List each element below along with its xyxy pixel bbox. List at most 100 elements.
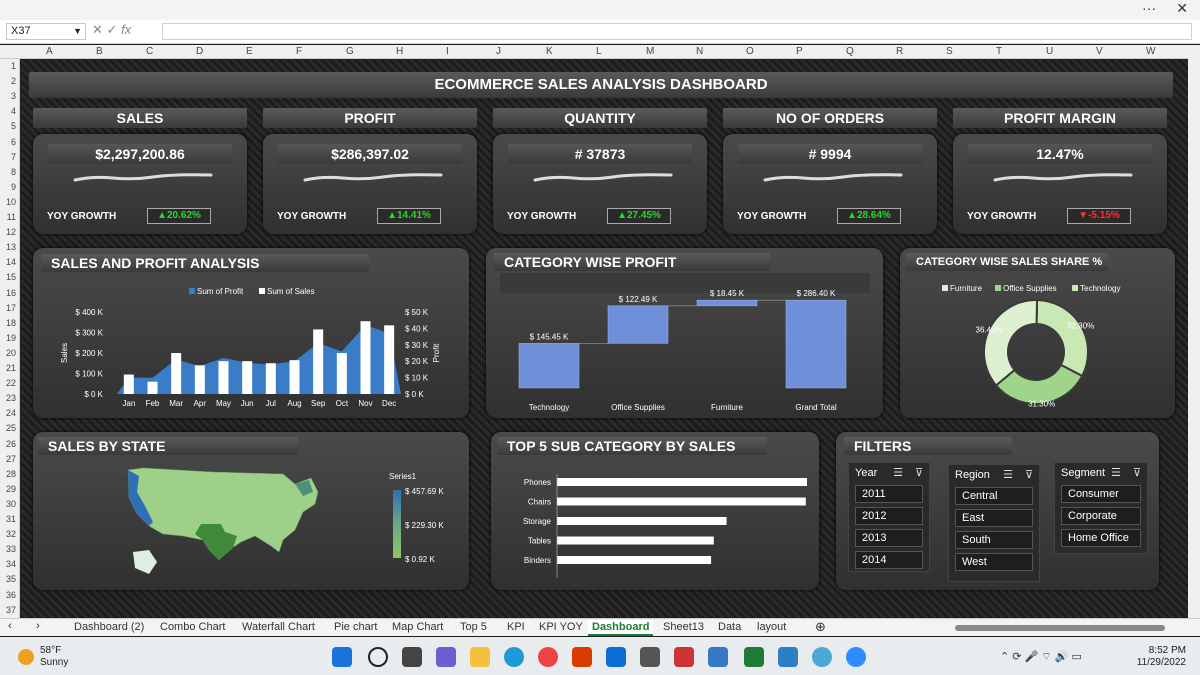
column-header[interactable]: Q — [846, 46, 854, 57]
row-header[interactable]: 31 — [6, 514, 16, 524]
slicer-item[interactable]: Consumer — [1061, 485, 1141, 503]
column-header[interactable]: P — [796, 46, 803, 57]
row-header[interactable]: 28 — [6, 469, 16, 479]
column-header[interactable]: M — [646, 46, 654, 57]
row-header[interactable]: 22 — [6, 378, 16, 388]
column-header[interactable]: E — [246, 46, 253, 57]
search-icon[interactable] — [368, 647, 388, 667]
vertical-scrollbar[interactable] — [1188, 45, 1200, 618]
tab-nav-left-icon[interactable]: ‹ — [8, 620, 12, 632]
tab-nav-right-icon[interactable]: › — [36, 620, 40, 632]
row-header[interactable]: 10 — [6, 197, 16, 207]
row-header[interactable]: 33 — [6, 544, 16, 554]
column-header[interactable]: J — [496, 46, 501, 57]
cancel-icon[interactable]: ✕ — [92, 22, 103, 37]
weather-widget[interactable]: 58°F Sunny — [40, 645, 68, 669]
column-header[interactable]: R — [896, 46, 903, 57]
slicer-item[interactable]: Corporate — [1061, 507, 1141, 525]
sheet-tab[interactable]: layout — [753, 620, 790, 636]
formula-input[interactable] — [162, 23, 1192, 40]
sheet-tab[interactable]: Top 5 — [456, 620, 491, 636]
photos-icon[interactable] — [778, 647, 798, 667]
column-header[interactable]: I — [446, 46, 449, 57]
chevron-down-icon[interactable]: ▼ — [73, 24, 82, 39]
row-header[interactable]: 36 — [6, 590, 16, 600]
sheet-tab[interactable]: Sheet13 — [659, 620, 708, 636]
file-explorer-icon[interactable] — [470, 647, 490, 667]
sheet-tab[interactable]: Map Chart — [388, 620, 447, 636]
column-header[interactable]: V — [1096, 46, 1103, 57]
row-header[interactable]: 16 — [6, 288, 16, 298]
row-header[interactable]: 15 — [6, 272, 16, 282]
clear-filter-icon[interactable]: ⊽ — [915, 466, 923, 479]
row-header[interactable]: 2 — [11, 76, 16, 86]
sheet-tab[interactable]: Dashboard — [588, 620, 654, 636]
row-header[interactable]: 17 — [6, 303, 16, 313]
column-header[interactable]: B — [96, 46, 103, 57]
row-header[interactable]: 5 — [11, 121, 16, 131]
fx-icon[interactable]: fx — [121, 22, 131, 37]
row-header[interactable]: 27 — [6, 454, 16, 464]
column-header[interactable]: G — [346, 46, 354, 57]
column-header[interactable]: C — [146, 46, 153, 57]
slicer-item[interactable]: East — [955, 509, 1033, 527]
row-header[interactable]: 9 — [11, 182, 16, 192]
row-header[interactable]: 19 — [6, 333, 16, 343]
row-header[interactable]: 3 — [11, 91, 16, 101]
add-sheet-button[interactable]: ⊕ — [815, 619, 826, 635]
row-header[interactable]: 11 — [7, 212, 16, 222]
apps-icon[interactable] — [674, 647, 694, 667]
edge-icon[interactable] — [504, 647, 524, 667]
column-header[interactable]: T — [996, 46, 1002, 57]
row-header[interactable]: 23 — [6, 393, 16, 403]
sheet-tab[interactable]: KPI YOY — [535, 620, 587, 636]
row-header[interactable]: 21 — [6, 363, 16, 373]
row-header[interactable]: 1 — [11, 61, 16, 71]
name-box[interactable]: X37 ▼ — [6, 23, 86, 40]
trello-icon[interactable] — [606, 647, 626, 667]
multi-select-icon[interactable]: ☰ — [893, 466, 903, 479]
column-header[interactable]: S — [946, 46, 953, 57]
row-header[interactable]: 13 — [6, 242, 16, 252]
row-header[interactable]: 24 — [6, 408, 16, 418]
row-header[interactable]: 18 — [6, 318, 16, 328]
column-header[interactable]: D — [196, 46, 203, 57]
slicer-item[interactable]: 2012 — [855, 507, 923, 525]
row-header[interactable]: 14 — [6, 257, 16, 267]
row-header[interactable]: 8 — [11, 167, 16, 177]
row-header[interactable]: 20 — [6, 348, 16, 358]
multi-select-icon[interactable]: ☰ — [1003, 468, 1013, 481]
system-tray[interactable]: ⌃ ⟳ 🎤 ⌔ 🔊 ▭ — [1000, 650, 1082, 664]
slicer-item[interactable]: West — [955, 553, 1033, 571]
column-header[interactable]: F — [296, 46, 302, 57]
multi-select-icon[interactable]: ☰ — [1111, 466, 1121, 479]
maps-icon[interactable] — [812, 647, 832, 667]
teams-icon[interactable] — [436, 647, 456, 667]
chrome-icon[interactable] — [538, 647, 558, 667]
enter-icon[interactable]: ✓ — [107, 22, 118, 37]
store-icon[interactable] — [640, 647, 660, 667]
sheet-tab[interactable]: KPI — [503, 620, 529, 636]
row-header[interactable]: 7 — [11, 152, 16, 162]
column-header[interactable]: A — [46, 46, 53, 57]
slicer-item[interactable]: Central — [955, 487, 1033, 505]
clock[interactable]: 8:52 PM 11/29/2022 — [1137, 645, 1186, 669]
row-header[interactable]: 34 — [6, 559, 16, 569]
column-header[interactable]: N — [696, 46, 703, 57]
excel-icon[interactable] — [744, 647, 764, 667]
column-header[interactable]: K — [546, 46, 553, 57]
slicer-item[interactable]: 2011 — [855, 485, 923, 503]
zoom-icon[interactable] — [846, 647, 866, 667]
column-header[interactable]: W — [1146, 46, 1155, 57]
row-header[interactable]: 4 — [11, 106, 16, 116]
row-header[interactable]: 30 — [6, 499, 16, 509]
clear-filter-icon[interactable]: ⊽ — [1133, 466, 1141, 479]
column-header[interactable]: H — [396, 46, 403, 57]
clear-filter-icon[interactable]: ⊽ — [1025, 468, 1033, 481]
row-header[interactable]: 35 — [6, 574, 16, 584]
row-header[interactable]: 29 — [6, 484, 16, 494]
row-header[interactable]: 26 — [6, 439, 16, 449]
sheet-tab[interactable]: Dashboard (2) — [70, 620, 148, 636]
office-icon[interactable] — [572, 647, 592, 667]
task-view-icon[interactable] — [402, 647, 422, 667]
